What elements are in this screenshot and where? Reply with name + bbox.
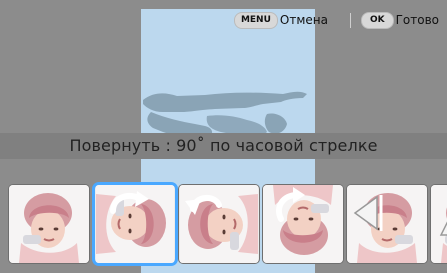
thumb-flip-vertical[interactable]: [431, 185, 447, 263]
thumb-rotate-left-90[interactable]: [179, 185, 259, 263]
top-control-bar: MENU Отмена OK Готово: [233, 10, 439, 30]
rotate-editor-screen: MENU Отмена OK Готово Повернуть : 90˚ по…: [0, 0, 447, 273]
done-label: Готово: [395, 13, 439, 27]
status-message: Повернуть : 90˚ по часовой стрелке: [69, 136, 378, 155]
thumb-rotate-180[interactable]: [263, 185, 343, 263]
rotate-cw-icon: [110, 191, 149, 214]
status-message-band: Повернуть : 90˚ по часовой стрелке: [0, 133, 447, 159]
thumbnail-filmstrip: [0, 180, 447, 273]
ok-key-badge[interactable]: OK: [360, 11, 394, 29]
cancel-label: Отмена: [279, 13, 328, 27]
thumb-flip-horizontal[interactable]: [347, 185, 427, 263]
photo-thumbnail-image: [9, 185, 89, 263]
menu-key-badge[interactable]: MENU: [233, 11, 278, 29]
cancel-hint[interactable]: MENU Отмена: [233, 10, 328, 30]
thumb-rotate-right-90[interactable]: [95, 185, 175, 263]
rotate-180-icon: [276, 187, 305, 222]
thumb-original[interactable]: [9, 185, 89, 263]
flip-vertical-icon: [439, 221, 447, 236]
flip-horizontal-icon: [353, 195, 383, 231]
rotate-ccw-icon: [185, 195, 222, 215]
done-hint[interactable]: OK Готово: [360, 10, 439, 30]
topbar-separator: [349, 12, 351, 28]
